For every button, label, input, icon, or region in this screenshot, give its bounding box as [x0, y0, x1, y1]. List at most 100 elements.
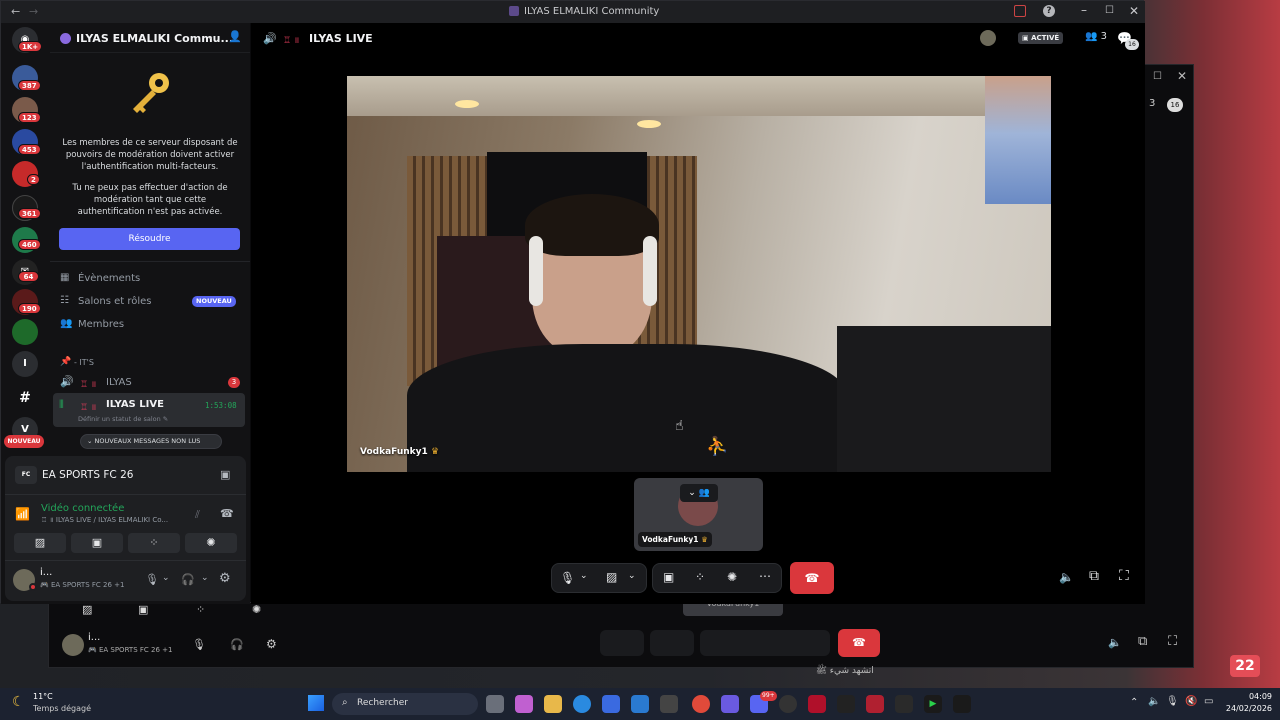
headset-icon[interactable]: 🎧: [181, 573, 195, 586]
main-video[interactable]: ⛹ VodkaFunky1 ♛: [347, 76, 1051, 472]
fullscreen-icon[interactable]: ⛶: [1119, 568, 1129, 584]
soundboard-button[interactable]: ✺: [185, 533, 237, 553]
app-icon[interactable]: [837, 695, 855, 713]
search-box[interactable]: ⌕ Rechercher: [332, 693, 478, 715]
channel-status[interactable]: Définir un statut de salon ✎: [78, 415, 168, 423]
close-icon[interactable]: ✕: [1129, 4, 1139, 18]
tray-volume-muted-icon[interactable]: 🔇: [1185, 696, 1197, 707]
participant-avatar[interactable]: [980, 30, 996, 46]
user-name[interactable]: i...: [40, 567, 52, 578]
mic-options-chevron-icon[interactable]: ⌄: [162, 573, 170, 583]
back-chat-count[interactable]: 16: [1167, 98, 1183, 112]
nav-channels-roles[interactable]: Salons et rôles: [78, 296, 152, 307]
adobe-icon[interactable]: [808, 695, 826, 713]
back-avatar[interactable]: [62, 634, 84, 656]
participant-tile[interactable]: ⌄ 👥 VodkaFunky1 ♛: [634, 478, 763, 551]
back-share-screen-icon[interactable]: ▣: [138, 603, 148, 616]
hangup-button[interactable]: ☎: [790, 562, 834, 594]
epic-games-icon[interactable]: [895, 695, 913, 713]
back-camera-off-icon[interactable]: ▨: [82, 603, 92, 616]
server-icon-hash[interactable]: #: [12, 385, 38, 411]
back-actions-group[interactable]: [700, 630, 830, 656]
volume-icon[interactable]: 🔈: [1059, 570, 1074, 584]
settings-icon[interactable]: ⚙: [219, 571, 231, 586]
share-screen-button[interactable]: ▣: [71, 533, 123, 553]
close-icon[interactable]: ✕: [1177, 69, 1187, 83]
forward-arrow-icon[interactable]: →: [29, 5, 38, 18]
inbox-icon[interactable]: [1014, 5, 1026, 17]
photos-icon[interactable]: [660, 695, 678, 713]
activities-icon[interactable]: ⁘: [695, 570, 705, 584]
back-popout-icon[interactable]: ⧉: [1138, 634, 1147, 649]
back-soundboard-icon[interactable]: ✺: [252, 603, 261, 616]
camera-off-button[interactable]: ▨: [14, 533, 66, 553]
popout-icon[interactable]: ⧉: [1089, 568, 1099, 584]
back-mic-icon[interactable]: 🎙: [192, 638, 206, 651]
back-volume-icon[interactable]: 🔈: [1108, 636, 1122, 649]
share-screen-icon[interactable]: ▣: [663, 570, 674, 584]
ea-icon[interactable]: [953, 695, 971, 713]
stream-game-icon[interactable]: ▣: [220, 468, 230, 481]
voice-status[interactable]: Vidéo connectée: [41, 503, 124, 514]
weather-moon-icon[interactable]: ☾: [12, 694, 25, 710]
add-member-icon[interactable]: 👤: [228, 30, 242, 43]
minimize-icon[interactable]: –: [1081, 3, 1087, 17]
nav-members[interactable]: Membres: [78, 319, 124, 330]
activities-button[interactable]: ⁘: [128, 533, 180, 553]
windows-start-icon[interactable]: [308, 695, 324, 711]
tile-menu[interactable]: ⌄ 👥: [680, 484, 718, 502]
back-settings-icon[interactable]: ⚙: [266, 637, 277, 651]
tray-cast-icon[interactable]: ▭: [1204, 696, 1213, 707]
disconnect-icon[interactable]: ☎: [220, 507, 234, 520]
camera-chevron-icon[interactable]: ⌄: [628, 571, 636, 581]
headset-options-chevron-icon[interactable]: ⌄: [201, 573, 209, 583]
voice-location[interactable]: ♖ ॥ ILYAS LIVE / ILYAS ELMALIKI Co...: [41, 516, 168, 525]
server-icon-i[interactable]: I: [12, 351, 38, 377]
activity-badge[interactable]: ▣ ACTIVÉ: [1018, 32, 1064, 44]
back-activities-icon[interactable]: ⁘: [196, 603, 205, 616]
back-hangup-button[interactable]: ☎: [838, 629, 880, 657]
chat-toggle[interactable]: 💬 16: [1117, 31, 1139, 50]
game-app-icon[interactable]: [721, 695, 739, 713]
maximize-icon[interactable]: ☐: [1153, 71, 1162, 82]
clock-time[interactable]: 04:09: [1232, 692, 1272, 701]
back-fullscreen-icon[interactable]: ⛶: [1168, 634, 1177, 649]
tray-speaker-icon[interactable]: 🔈: [1148, 696, 1160, 707]
chevron-down-icon[interactable]: ⌄: [206, 31, 214, 42]
back-headset-icon[interactable]: 🎧: [230, 638, 244, 651]
mic-chevron-icon[interactable]: ⌄: [580, 571, 588, 581]
weather-temp[interactable]: 11°C: [33, 692, 53, 701]
back-mic-button[interactable]: [600, 630, 644, 656]
mic-icon[interactable]: 🎙: [560, 571, 575, 585]
tray-chevron-icon[interactable]: ⌃: [1130, 697, 1138, 708]
category-label[interactable]: - IT'S: [74, 358, 94, 367]
nav-events[interactable]: Évènements: [78, 273, 140, 284]
play-icon[interactable]: ▶: [924, 695, 942, 713]
channel-ilyas-live[interactable]: ⦀ ♖ ॥ ILYAS LIVE 1:53:08 Définir un stat…: [53, 393, 245, 427]
task-view-icon[interactable]: [486, 695, 504, 713]
server-header[interactable]: ILYAS ELMALIKI Commu... ⌄ 👤: [50, 23, 250, 53]
tray-mic-icon[interactable]: 🎙: [1166, 696, 1179, 707]
resolve-button[interactable]: Résoudre: [59, 228, 240, 250]
weather-desc[interactable]: Temps dégagé: [33, 704, 91, 713]
copilot-icon[interactable]: [515, 695, 533, 713]
soundboard-icon[interactable]: ✺: [727, 570, 737, 584]
app-icon-2[interactable]: [866, 695, 884, 713]
mic-icon[interactable]: 🎙: [145, 573, 159, 586]
channel-ilyas[interactable]: ILYAS: [106, 377, 132, 388]
back-camera-button[interactable]: [650, 630, 694, 656]
more-icon[interactable]: ⋯: [759, 569, 771, 583]
clock-date[interactable]: 24/02/2026: [1216, 704, 1272, 713]
camera-off-icon[interactable]: ▨: [606, 570, 617, 584]
noise-suppression-icon[interactable]: ⫽: [195, 508, 200, 522]
maximize-icon[interactable]: ☐: [1105, 5, 1114, 16]
server-icon-9[interactable]: [12, 319, 38, 345]
outlook-icon[interactable]: [631, 695, 649, 713]
steam-icon[interactable]: [779, 695, 797, 713]
store-icon[interactable]: [602, 695, 620, 713]
help-icon[interactable]: ?: [1043, 5, 1055, 17]
file-explorer-icon[interactable]: [544, 695, 562, 713]
members-count[interactable]: 👥 3: [1085, 31, 1107, 42]
back-arrow-icon[interactable]: ←: [11, 5, 20, 18]
edge-icon[interactable]: [573, 695, 591, 713]
